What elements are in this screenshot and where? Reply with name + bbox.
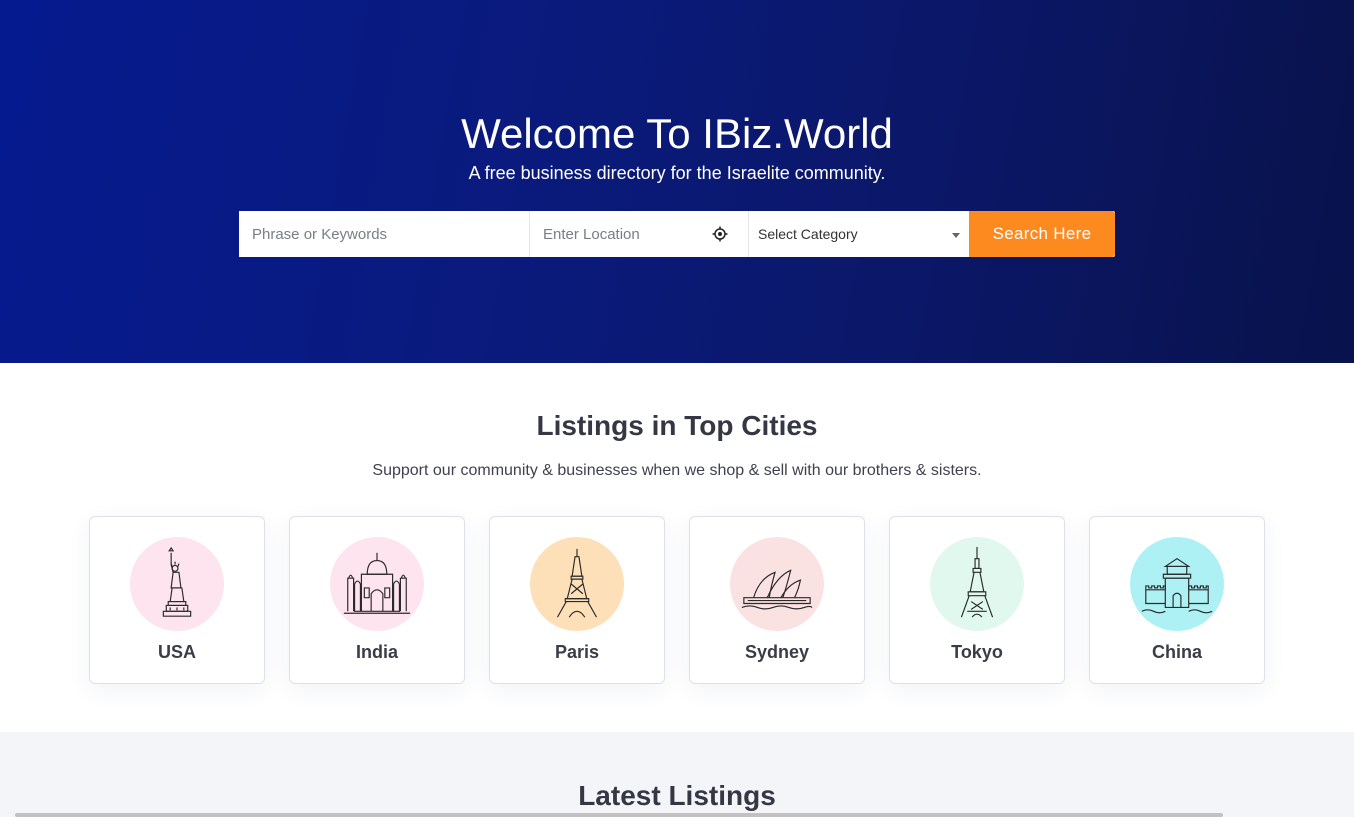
city-name: China bbox=[1151, 642, 1202, 662]
horizontal-scrollbar[interactable] bbox=[15, 813, 1223, 817]
great-wall-icon bbox=[1141, 557, 1213, 614]
city-name: USA bbox=[157, 642, 196, 662]
location-field bbox=[530, 211, 749, 257]
hero-title: Welcome To IBiz.World bbox=[461, 110, 893, 157]
city-name: Tokyo bbox=[951, 642, 1003, 662]
latest-listings-title: Latest Listings bbox=[578, 780, 776, 811]
city-circle bbox=[530, 537, 624, 631]
sydney-opera-house-icon bbox=[741, 569, 813, 610]
city-circle bbox=[330, 537, 424, 631]
city-card-sydney[interactable]: Sydney bbox=[689, 516, 865, 684]
city-circle bbox=[730, 537, 824, 631]
crosshair-icon[interactable] bbox=[712, 226, 728, 242]
city-circle bbox=[1130, 537, 1224, 631]
city-name: India bbox=[355, 642, 398, 662]
category-select[interactable]: Select Category bbox=[749, 211, 969, 257]
city-name: Paris bbox=[554, 642, 600, 662]
city-card-india[interactable]: India bbox=[289, 516, 465, 684]
search-button[interactable]: Search Here bbox=[969, 211, 1115, 257]
cities-section-title: Listings in Top Cities bbox=[536, 410, 818, 441]
city-circle bbox=[930, 537, 1024, 631]
city-circle bbox=[130, 537, 224, 631]
hero-section: Welcome To IBiz.World A free business di… bbox=[0, 0, 1354, 363]
cities-section-subtitle: Support our community & businesses when … bbox=[372, 462, 982, 479]
search-form: Select Category Search Here bbox=[239, 211, 1115, 257]
latest-listings-section: Latest Listings bbox=[0, 732, 1354, 817]
city-card-tokyo[interactable]: Tokyo bbox=[889, 516, 1065, 684]
tokyo-tower-icon bbox=[960, 546, 994, 618]
eiffel-tower-icon bbox=[556, 548, 598, 618]
keywords-field bbox=[239, 211, 530, 257]
caret-down-icon bbox=[952, 233, 960, 238]
keywords-input[interactable] bbox=[239, 211, 529, 257]
city-card-china[interactable]: China bbox=[1089, 516, 1265, 684]
statue-of-liberty-icon bbox=[162, 546, 192, 617]
taj-mahal-icon bbox=[343, 552, 411, 614]
city-card-usa[interactable]: USA bbox=[89, 516, 265, 684]
city-name: Sydney bbox=[744, 642, 810, 662]
city-card-paris[interactable]: Paris bbox=[489, 516, 665, 684]
category-selected-value: Select Category bbox=[758, 226, 858, 242]
hero-subtitle: A free business directory for the Israel… bbox=[468, 163, 886, 183]
